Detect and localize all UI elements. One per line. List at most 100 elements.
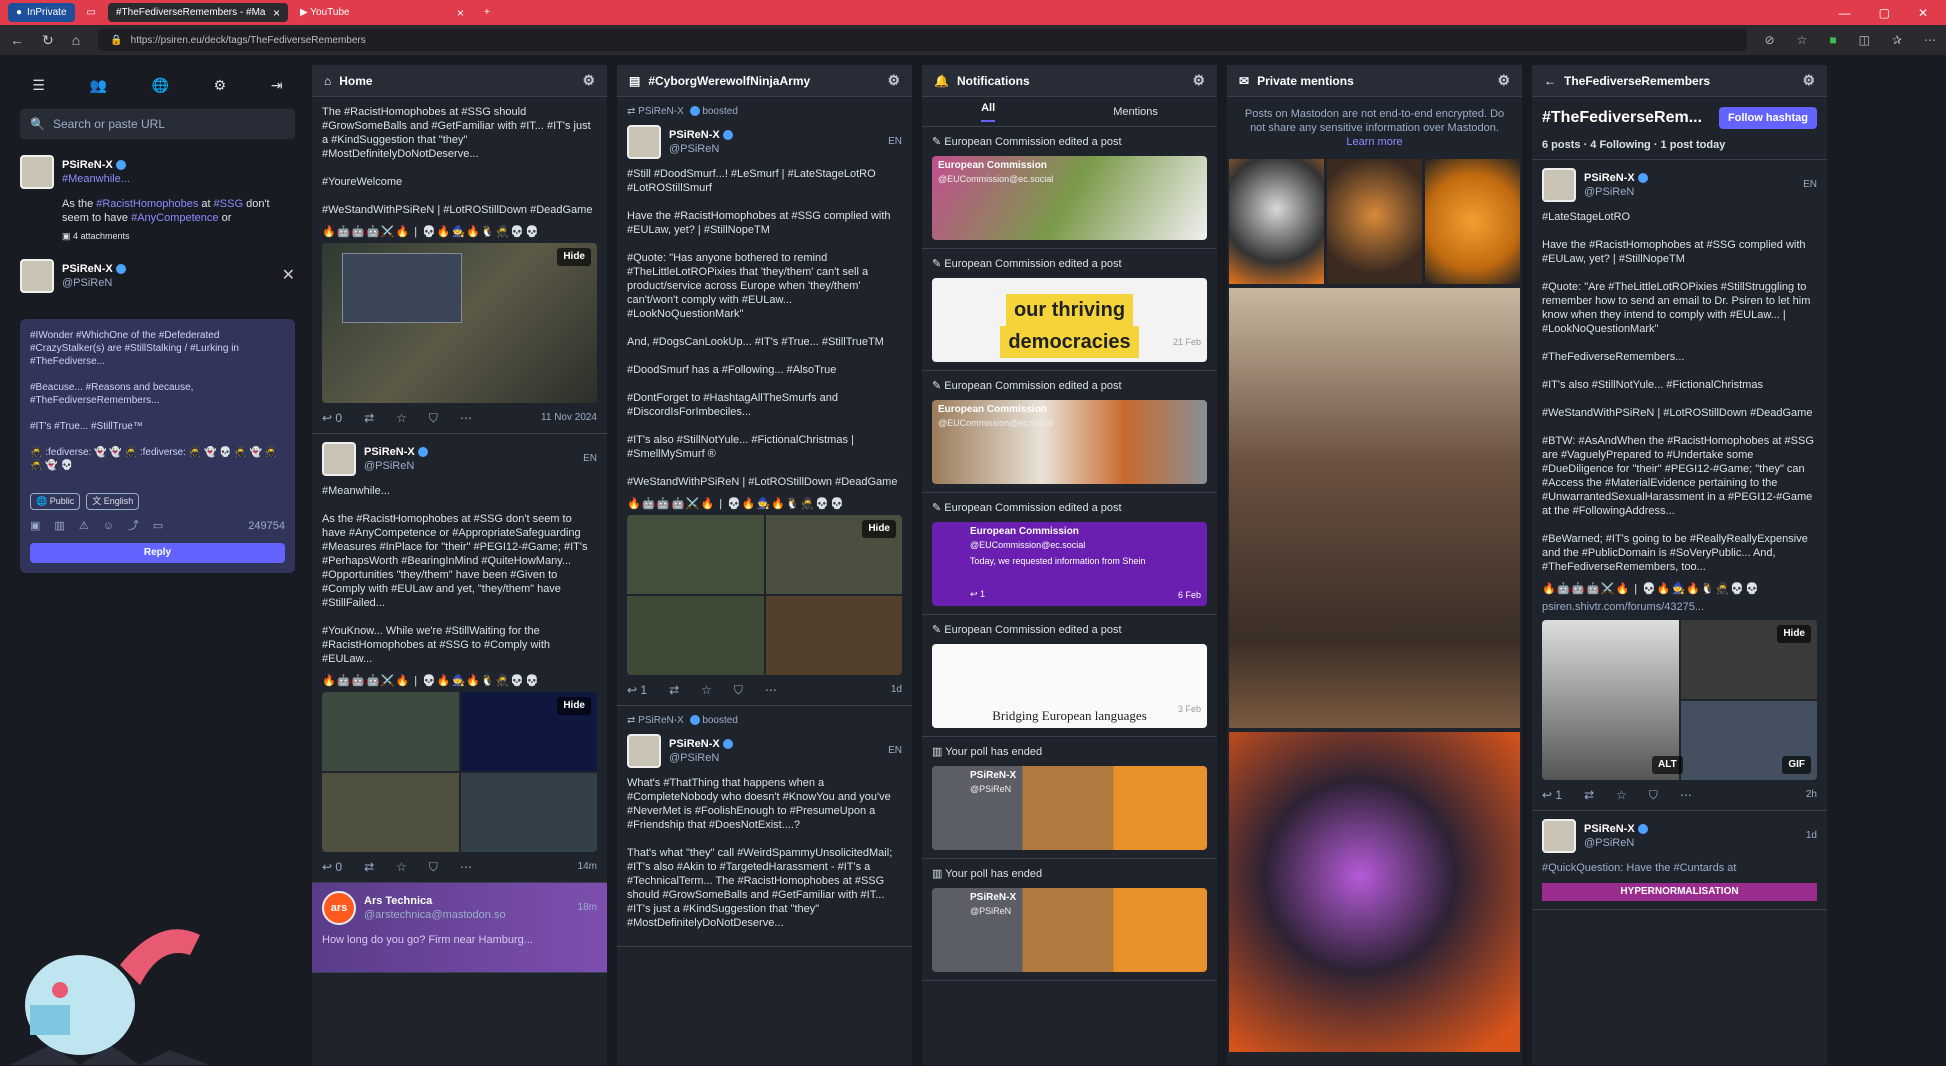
- reply-button[interactable]: Reply: [30, 543, 285, 563]
- more-icon[interactable]: ⋯: [460, 860, 472, 874]
- home-icon[interactable]: ⌂: [72, 32, 80, 48]
- gear-icon[interactable]: ⚙: [214, 77, 227, 94]
- people-icon[interactable]: 👥: [90, 77, 107, 94]
- share-icon[interactable]: ⤴: [128, 520, 139, 533]
- logout-icon[interactable]: ⇥: [271, 77, 283, 94]
- hide-media-button[interactable]: Hide: [557, 248, 591, 266]
- hide-media-button[interactable]: Hide: [557, 697, 591, 715]
- star-icon[interactable]: ☆: [701, 683, 712, 697]
- poll-icon[interactable]: ▥: [54, 520, 64, 533]
- close-icon[interactable]: ×: [273, 6, 280, 20]
- reply-icon[interactable]: ↩ 1: [970, 589, 985, 600]
- bookmark-icon[interactable]: ⛉: [429, 860, 438, 874]
- favorite-icon[interactable]: ☆: [1797, 33, 1808, 47]
- media-gallery[interactable]: Hide: [322, 243, 597, 403]
- column-header[interactable]: 🔔 Notifications ⚙: [922, 65, 1217, 97]
- star-icon[interactable]: ☆: [396, 860, 407, 874]
- inprivate-badge[interactable]: ● InPrivate: [8, 3, 75, 22]
- timestamp[interactable]: 1d: [891, 683, 902, 697]
- avatar[interactable]: [627, 734, 661, 768]
- bookmark-icon[interactable]: ⛉: [1649, 788, 1658, 802]
- compose-textarea[interactable]: #IWonder #WhichOne of the #Defederated #…: [30, 329, 285, 479]
- settings-icon[interactable]: ⚙: [1192, 72, 1205, 89]
- boost-icon[interactable]: ⇄: [1584, 788, 1594, 802]
- hamburger-icon[interactable]: ☰: [32, 77, 45, 94]
- status[interactable]: PSiReN-X @PSiReN EN #LateStageLotRO Have t…: [1532, 160, 1827, 811]
- boost-icon[interactable]: ⇄: [364, 411, 374, 425]
- status-link[interactable]: psiren.shivtr.com/forums/43275...: [1542, 600, 1817, 614]
- more-icon[interactable]: ⋯: [460, 411, 472, 425]
- search-input[interactable]: 🔍 Search or paste URL: [20, 109, 295, 139]
- settings-icon[interactable]: ⚙: [887, 72, 900, 89]
- wolf-avatar-image[interactable]: [1229, 159, 1324, 284]
- unicorn-artwork-image[interactable]: [1229, 732, 1520, 1052]
- language-button[interactable]: 文 English: [86, 493, 140, 510]
- avatar[interactable]: [322, 442, 356, 476]
- avatar[interactable]: ars: [322, 891, 356, 925]
- avatar[interactable]: [20, 259, 54, 293]
- tab-youtube[interactable]: ▶ YouTube ×: [292, 3, 472, 22]
- cartoon-avatar-image[interactable]: [1425, 159, 1520, 284]
- hide-media-button[interactable]: Hide: [1777, 625, 1811, 643]
- close-icon[interactable]: ×: [457, 6, 464, 20]
- notification-item[interactable]: ✎ European Commission edited a post Brid…: [922, 615, 1217, 737]
- tracking-icon[interactable]: ⊘: [1765, 33, 1775, 47]
- emoji-icon[interactable]: ☺: [103, 520, 114, 533]
- avatar[interactable]: [1542, 819, 1576, 853]
- notification-item[interactable]: ✎ European Commission edited a post Euro…: [922, 127, 1217, 249]
- reply-preview[interactable]: PSiReN-X #Meanwhile... As the #RacistHomo…: [10, 147, 305, 251]
- notification-item[interactable]: ▥ Your poll has ended PSiReN-X @PSiReN: [922, 859, 1217, 981]
- reply-icon[interactable]: ↩ 1: [627, 683, 647, 697]
- minimize-icon[interactable]: —: [1839, 6, 1851, 20]
- visibility-button[interactable]: 🌐 Public: [30, 493, 81, 510]
- timestamp[interactable]: 14m: [578, 860, 597, 874]
- media-gallery[interactable]: Hide ALT GIF: [1542, 620, 1817, 780]
- status[interactable]: PSiReN-X @PSiReN 1d #QuickQuestion: Have t…: [1532, 811, 1827, 910]
- notification-item[interactable]: ▥ Your poll has ended PSiReN-X @PSiReN: [922, 737, 1217, 859]
- hide-media-button[interactable]: Hide: [862, 520, 896, 538]
- column-header[interactable]: ⌂ Home ⚙: [312, 65, 607, 97]
- extension-icon[interactable]: ■: [1829, 33, 1836, 47]
- reply-icon[interactable]: ↩ 1: [1542, 788, 1562, 802]
- image-icon[interactable]: ▣: [30, 520, 40, 533]
- column-header[interactable]: ✉ Private mentions ⚙: [1227, 65, 1522, 97]
- timestamp[interactable]: 2h: [1806, 788, 1817, 802]
- settings-icon[interactable]: ⚙: [582, 72, 595, 89]
- pirate-artwork-image[interactable]: [1229, 288, 1520, 728]
- tab-mastodon[interactable]: #TheFediverseRemembers - #Ma ×: [107, 3, 288, 22]
- new-tab-button[interactable]: +: [476, 3, 498, 22]
- reply-icon[interactable]: ↩ 0: [322, 860, 342, 874]
- globe-icon[interactable]: 🌐: [152, 77, 169, 94]
- maximize-icon[interactable]: ▢: [1879, 6, 1890, 20]
- media-gallery[interactable]: Hide: [322, 692, 597, 852]
- star-icon[interactable]: ☆: [1616, 788, 1627, 802]
- window-close-icon[interactable]: ✕: [1918, 6, 1928, 20]
- notification-item[interactable]: ✎ European Commission edited a post our …: [922, 249, 1217, 371]
- address-bar[interactable]: 🔒 https://psiren.eu/deck/tags/TheFedivers…: [98, 29, 1747, 51]
- star-icon[interactable]: ☆: [396, 411, 407, 425]
- shiba-avatar-image[interactable]: [1327, 159, 1422, 284]
- status[interactable]: ⇄ PSiReN-X boosted PSiReN-X @PSiReN EN #St…: [617, 97, 912, 706]
- more-icon[interactable]: ⋯: [765, 683, 777, 697]
- media-gallery[interactable]: Hide: [627, 515, 902, 675]
- avatar[interactable]: [627, 125, 661, 159]
- column-header[interactable]: ← TheFediverseRemembers ⚙: [1532, 65, 1827, 97]
- back-arrow-icon[interactable]: ←: [1544, 74, 1556, 88]
- workspaces-icon[interactable]: ▭: [79, 3, 104, 22]
- reload-icon[interactable]: ↻: [42, 32, 54, 49]
- status[interactable]: ⇄ PSiReN-X boosted PSiReN-X @PSiReN EN Wha…: [617, 706, 912, 947]
- notification-item[interactable]: ✎ European Commission edited a post Euro…: [922, 371, 1217, 493]
- learn-more-link[interactable]: Learn more: [1346, 136, 1402, 148]
- favorites-bar-icon[interactable]: ✰: [1892, 33, 1902, 47]
- more-icon[interactable]: ⋯: [1680, 788, 1692, 802]
- bookmark-icon[interactable]: ⛉: [734, 683, 743, 697]
- boost-icon[interactable]: ⇄: [669, 683, 679, 697]
- back-icon[interactable]: ←: [10, 32, 24, 48]
- draft-icon[interactable]: ▭: [153, 520, 163, 533]
- tab-mentions[interactable]: Mentions: [1113, 106, 1158, 118]
- status[interactable]: PSiReN-X @PSiReN EN #Meanwhile... As the #…: [312, 434, 607, 883]
- avatar[interactable]: [1542, 168, 1576, 202]
- tab-all[interactable]: All: [981, 102, 996, 122]
- settings-icon[interactable]: ⚙: [1802, 72, 1815, 89]
- warning-icon[interactable]: ⚠: [79, 520, 89, 533]
